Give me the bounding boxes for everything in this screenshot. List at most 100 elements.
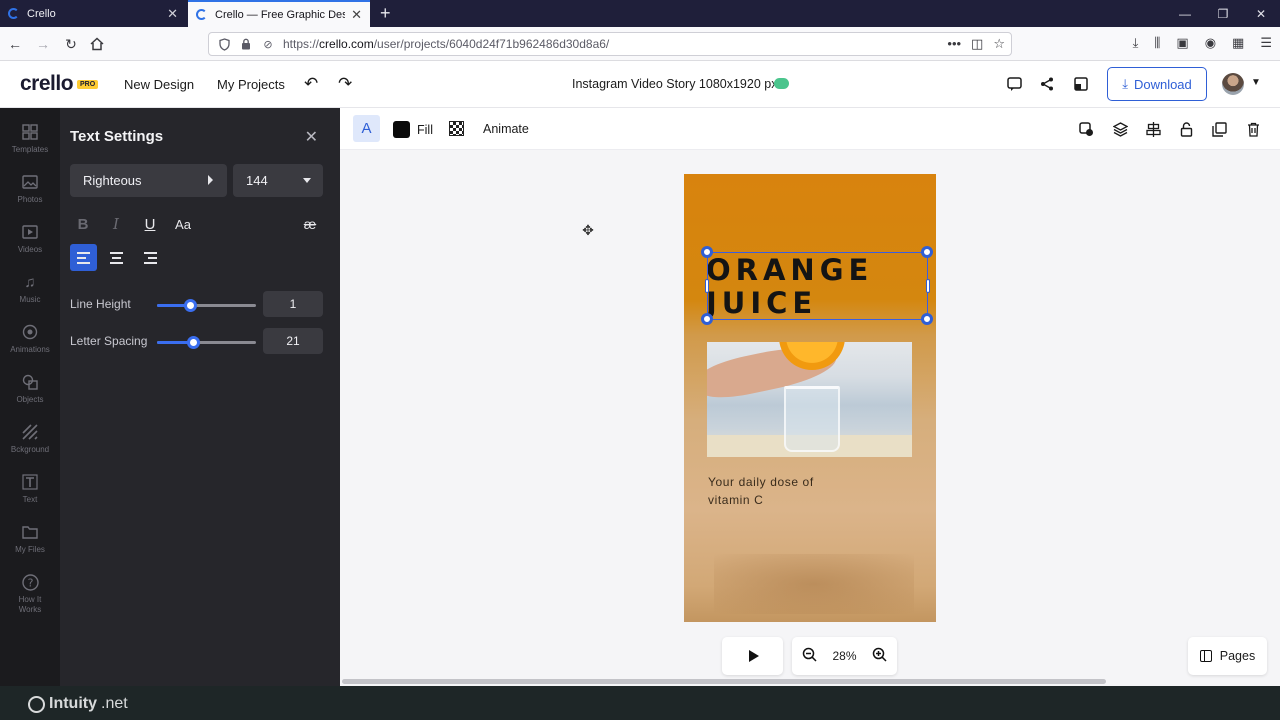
letter-spacing-slider[interactable] (157, 336, 256, 349)
close-icon[interactable]: ✕ (305, 127, 318, 147)
headline-text[interactable]: ORANGE JUICE (706, 254, 873, 320)
window-close-icon[interactable]: ✕ (1242, 0, 1280, 27)
redo-icon[interactable]: ↷ (338, 74, 352, 94)
extensions-icon[interactable]: ▦ (1232, 35, 1244, 51)
app-header: crello PRO New Design My Projects ↶ ↷ In… (0, 61, 1280, 108)
design-artboard[interactable]: ORANGE JUICE Your daily dose of vitamin … (684, 174, 936, 622)
resize-handle-bottom-left[interactable] (701, 313, 713, 325)
watermark-suffix: .net (101, 695, 128, 712)
resize-handle-bottom-right[interactable] (921, 313, 933, 325)
line-height-input[interactable]: 1 (263, 291, 323, 317)
sidebar-item-how-it-works[interactable]: ? How It Works (0, 566, 60, 616)
lock-icon[interactable] (1176, 119, 1196, 139)
sidebar-item-label: Animations (10, 345, 50, 354)
bold-icon[interactable]: B (70, 212, 96, 236)
intuity-watermark: Intuity .net (28, 695, 128, 713)
fill-button[interactable]: Fill (393, 121, 433, 138)
sidebar-item-photos[interactable]: Photos (0, 166, 60, 216)
pro-badge: PRO (77, 80, 99, 89)
avatar[interactable] (1222, 73, 1244, 95)
effects-icon[interactable] (1076, 119, 1096, 139)
sidebar-item-music[interactable]: ♫ Music (0, 266, 60, 316)
folder-icon (20, 522, 40, 542)
strikethrough-icon[interactable]: æ (297, 212, 323, 236)
sidebar-item-my-files[interactable]: My Files (0, 516, 60, 566)
home-icon[interactable] (88, 35, 106, 53)
menu-icon[interactable]: ☰ (1260, 35, 1272, 51)
underline-icon[interactable]: U (137, 212, 163, 236)
duplicate-icon[interactable] (1209, 119, 1229, 139)
align-icon[interactable] (1143, 119, 1163, 139)
minimize-icon[interactable]: — (1166, 0, 1204, 27)
browser-tab[interactable]: Crello ✕ (0, 0, 186, 27)
align-center-button[interactable] (103, 244, 130, 271)
shield-icon[interactable] (217, 37, 231, 51)
italic-icon[interactable]: I (103, 212, 129, 236)
transparency-icon[interactable] (449, 121, 464, 136)
resize-handle-right[interactable] (926, 279, 930, 293)
crello-logo[interactable]: crello (20, 72, 74, 96)
sidebar-toggle-icon[interactable]: ▣ (1176, 35, 1188, 51)
pocket-icon[interactable]: ◫ (971, 36, 983, 52)
my-projects-link[interactable]: My Projects (217, 77, 285, 92)
horizontal-scrollbar[interactable] (342, 679, 1106, 684)
sidebar-item-animations[interactable]: Animations (0, 316, 60, 366)
text-settings-button[interactable]: A (353, 115, 380, 142)
align-right-button[interactable] (137, 244, 164, 271)
sidebar-item-label: How It Works (18, 595, 42, 614)
zoom-level[interactable]: 28% (832, 649, 856, 663)
letter-spacing-input[interactable]: 21 (263, 328, 323, 354)
account-icon[interactable]: ◉ (1205, 35, 1216, 51)
resize-handle-top-right[interactable] (921, 246, 933, 258)
animate-button[interactable]: Animate (483, 122, 529, 136)
undo-icon[interactable]: ↶ (304, 74, 318, 94)
document-title[interactable]: Instagram Video Story 1080x1920 px (572, 77, 777, 91)
sidebar-item-text[interactable]: Text (0, 466, 60, 516)
pages-button[interactable]: Pages (1188, 637, 1267, 675)
page-actions-icon[interactable]: ••• (947, 36, 961, 52)
layers-icon[interactable] (1110, 119, 1130, 139)
font-size-select[interactable]: 144 (233, 164, 323, 197)
letter-spacing-knob[interactable] (186, 336, 200, 349)
orange-juice-photo[interactable] (707, 342, 912, 457)
resize-handle-top-left[interactable] (701, 246, 713, 258)
reload-icon[interactable]: ↻ (62, 35, 80, 53)
bookmark-star-icon[interactable]: ☆ (993, 36, 1005, 52)
sidebar-item-objects[interactable]: Objects (0, 366, 60, 416)
library-icon[interactable]: ⫼ (1154, 35, 1160, 51)
address-bar[interactable]: ⊘ https://crello.com/user/projects/6040d… (208, 32, 1012, 56)
trash-icon[interactable] (1243, 119, 1263, 139)
font-family-select[interactable]: Righteous (70, 164, 227, 197)
download-button[interactable]: ⤓ Download (1107, 67, 1207, 101)
restore-icon[interactable]: ❐ (1204, 0, 1242, 27)
sidebar-item-templates[interactable]: Templates (0, 116, 60, 166)
line-height-knob[interactable] (183, 299, 197, 312)
tagline-text[interactable]: Your daily dose of vitamin C (708, 473, 814, 509)
line-height-slider[interactable] (157, 299, 256, 312)
text-case-icon[interactable]: Aa (170, 212, 196, 236)
sidebar-item-label: Bckground (10, 445, 50, 454)
feedback-icon[interactable] (1004, 74, 1024, 94)
new-tab-icon[interactable]: + (380, 3, 391, 24)
play-button[interactable] (722, 637, 783, 675)
sidebar-item-videos[interactable]: Videos (0, 216, 60, 266)
resize-handle-left[interactable] (705, 279, 709, 293)
share-icon[interactable] (1037, 74, 1057, 94)
browser-tab-active[interactable]: Crello — Free Graphic Design S ✕ (188, 0, 370, 27)
animations-icon (20, 322, 40, 342)
downloads-icon[interactable]: ⤓ (1133, 35, 1139, 51)
close-tab-icon[interactable]: ✕ (351, 7, 362, 23)
close-tab-icon[interactable]: ✕ (167, 6, 178, 22)
new-design-link[interactable]: New Design (124, 77, 194, 92)
resize-icon[interactable] (1071, 74, 1091, 94)
chevron-down-icon[interactable]: ▼ (1251, 77, 1261, 88)
lock-icon[interactable] (239, 37, 253, 51)
align-left-button[interactable] (70, 244, 97, 271)
forward-icon[interactable]: → (34, 35, 52, 53)
text-settings-panel: Text Settings ✕ Righteous 144 B I U Aa æ… (60, 108, 340, 686)
zoom-out-icon[interactable] (802, 647, 817, 666)
permissions-icon[interactable]: ⊘ (261, 37, 275, 51)
back-icon[interactable]: ← (6, 35, 24, 53)
sidebar-item-background[interactable]: Bckground (0, 416, 60, 466)
zoom-in-icon[interactable] (872, 647, 887, 666)
